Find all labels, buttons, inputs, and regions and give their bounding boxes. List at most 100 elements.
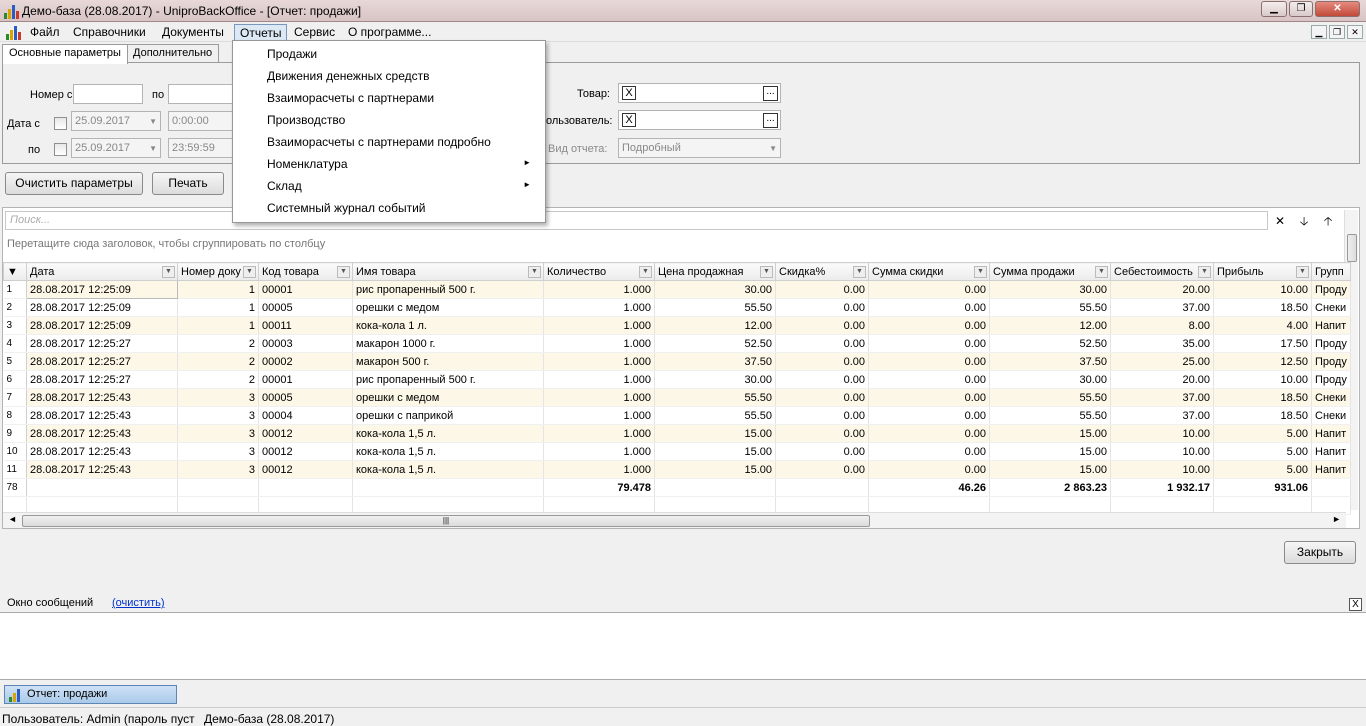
col-header[interactable]: Сумма скидки ▼ xyxy=(868,262,990,281)
cell-date[interactable]: 28.08.2017 12:25:09 xyxy=(26,298,178,317)
cell-doc[interactable]: 3 xyxy=(177,388,259,407)
cell-disc_pct[interactable]: 0.00 xyxy=(775,460,869,479)
cell-doc[interactable]: 3 xyxy=(177,442,259,461)
cell-disc_sum[interactable]: 0.00 xyxy=(868,280,990,299)
cell-disc_sum[interactable]: 0.00 xyxy=(868,424,990,443)
cell-doc[interactable]: 2 xyxy=(177,352,259,371)
cell-price[interactable]: 37.50 xyxy=(654,352,776,371)
scroll-thumb[interactable]: ||| xyxy=(22,515,870,527)
cell-sale_sum[interactable]: 15.00 xyxy=(989,460,1111,479)
clear-user-icon[interactable]: X xyxy=(622,113,636,127)
cell-group[interactable]: Проду xyxy=(1311,352,1351,371)
number-from-input[interactable] xyxy=(73,84,143,104)
clear-product-icon[interactable]: X xyxy=(622,86,636,100)
cell-price[interactable]: 55.50 xyxy=(654,406,776,425)
cell-group[interactable]: Напит xyxy=(1311,424,1351,443)
cell-sale_sum[interactable]: 37.50 xyxy=(989,352,1111,371)
cell-code[interactable]: 00004 xyxy=(258,406,353,425)
cell-price[interactable]: 55.50 xyxy=(654,388,776,407)
menu-documents[interactable]: Документы xyxy=(157,24,229,41)
cell-date[interactable]: 28.08.2017 12:25:09 xyxy=(26,316,178,335)
cell-disc_pct[interactable]: 0.00 xyxy=(775,406,869,425)
cell-code[interactable]: 00002 xyxy=(258,352,353,371)
cell-disc_sum[interactable]: 0.00 xyxy=(868,298,990,317)
cell-disc_sum[interactable]: 0.00 xyxy=(868,388,990,407)
menu-file[interactable]: Файл xyxy=(25,24,65,41)
cell-code[interactable]: 00012 xyxy=(258,460,353,479)
tab-main-params[interactable]: Основные параметры xyxy=(2,44,128,64)
cell-name[interactable]: кока-кола 1 л. xyxy=(352,316,544,335)
cell-profit[interactable]: 5.00 xyxy=(1213,442,1312,461)
col-header[interactable]: Цена продажная ▼ xyxy=(654,262,776,281)
cell-disc_pct[interactable]: 0.00 xyxy=(775,334,869,353)
cell-disc_pct[interactable]: 0.00 xyxy=(775,352,869,371)
cell-sale_sum[interactable]: 30.00 xyxy=(989,370,1111,389)
cell-qty[interactable]: 1.000 xyxy=(543,370,655,389)
cell-qty[interactable]: 1.000 xyxy=(543,442,655,461)
col-header[interactable]: Себестоимость ▼ xyxy=(1110,262,1214,281)
reports-menu-item[interactable]: Системный журнал событий xyxy=(267,201,537,219)
row-number[interactable]: 7 xyxy=(3,388,27,407)
table-row[interactable]: 6 28.08.2017 12:25:27 2 00001 рис пропаренны… xyxy=(3,370,1351,389)
row-number[interactable]: 5 xyxy=(3,352,27,371)
cell-price[interactable]: 30.00 xyxy=(654,280,776,299)
close-window-button[interactable]: ✕ xyxy=(1315,1,1360,17)
row-number[interactable]: 9 xyxy=(3,424,27,443)
reports-menu-item[interactable]: Движения денежных средств xyxy=(267,69,537,87)
cell-qty[interactable]: 1.000 xyxy=(543,460,655,479)
cell-cost[interactable]: 37.00 xyxy=(1110,298,1214,317)
cell-profit[interactable]: 4.00 xyxy=(1213,316,1312,335)
cell-qty[interactable]: 1.000 xyxy=(543,316,655,335)
clear-params-button[interactable]: Очистить параметры xyxy=(5,172,143,195)
col-header[interactable]: Скидка% ▼ xyxy=(775,262,869,281)
row-number[interactable]: 4 xyxy=(3,334,27,353)
cell-disc_sum[interactable]: 0.00 xyxy=(868,370,990,389)
cell-group[interactable]: Снеки xyxy=(1311,406,1351,425)
cell-sale_sum[interactable]: 52.50 xyxy=(989,334,1111,353)
user-field[interactable]: X ... xyxy=(618,110,781,130)
col-header[interactable]: Групп xyxy=(1311,262,1351,281)
cell-date[interactable]: 28.08.2017 12:25:43 xyxy=(26,406,178,425)
menu-about[interactable]: О программе... xyxy=(343,24,436,41)
time-to-input[interactable]: 23:59:59 xyxy=(168,138,236,158)
col-header[interactable]: Прибыль ▼ xyxy=(1213,262,1312,281)
reports-menu-item[interactable]: Продажи xyxy=(267,47,537,65)
date-from-input[interactable]: 25.09.2017 ▼ xyxy=(71,111,161,131)
cell-doc[interactable]: 2 xyxy=(177,370,259,389)
col-header[interactable]: Код товара ▼ xyxy=(258,262,353,281)
cell-name[interactable]: орешки с медом xyxy=(352,298,544,317)
clear-messages-link[interactable]: (очистить) xyxy=(112,597,165,609)
cell-price[interactable]: 12.00 xyxy=(654,316,776,335)
cell-cost[interactable]: 10.00 xyxy=(1110,424,1214,443)
cell-profit[interactable]: 17.50 xyxy=(1213,334,1312,353)
col-header[interactable]: Сумма продажи ▼ xyxy=(989,262,1111,281)
cell-cost[interactable]: 8.00 xyxy=(1110,316,1214,335)
cell-doc[interactable]: 1 xyxy=(177,298,259,317)
row-number[interactable]: 2 xyxy=(3,298,27,317)
table-row[interactable]: 8 28.08.2017 12:25:43 3 00004 орешки с папри… xyxy=(3,406,1351,425)
cell-cost[interactable]: 20.00 xyxy=(1110,370,1214,389)
table-row[interactable]: 7 28.08.2017 12:25:43 3 00005 орешки с медом… xyxy=(3,388,1351,407)
scroll-left-icon[interactable]: ◄ xyxy=(8,514,17,524)
cell-disc_sum[interactable]: 0.00 xyxy=(868,442,990,461)
table-row[interactable]: 11 28.08.2017 12:25:43 3 00012 кока-кола 1,5… xyxy=(3,460,1351,479)
cell-profit[interactable]: 5.00 xyxy=(1213,424,1312,443)
cell-price[interactable]: 15.00 xyxy=(654,460,776,479)
cell-code[interactable]: 00005 xyxy=(258,298,353,317)
maximize-button[interactable]: ❐ xyxy=(1289,1,1313,17)
cell-group[interactable]: Напит xyxy=(1311,316,1351,335)
tab-additional[interactable]: Дополнительно xyxy=(126,44,220,63)
cell-doc[interactable]: 3 xyxy=(177,406,259,425)
reports-menu-item[interactable]: Взаиморасчеты с партнерами xyxy=(267,91,537,109)
cell-sale_sum[interactable]: 15.00 xyxy=(989,424,1111,443)
cell-doc[interactable]: 2 xyxy=(177,334,259,353)
cell-code[interactable]: 00012 xyxy=(258,424,353,443)
table-row[interactable]: 10 28.08.2017 12:25:43 3 00012 кока-кола 1,5… xyxy=(3,442,1351,461)
cell-disc_pct[interactable]: 0.00 xyxy=(775,388,869,407)
cell-qty[interactable]: 1.000 xyxy=(543,280,655,299)
cell-sale_sum[interactable]: 55.50 xyxy=(989,298,1111,317)
table-row[interactable]: 3 28.08.2017 12:25:09 1 00011 кока-кола 1 л.… xyxy=(3,316,1351,335)
cell-disc_pct[interactable]: 0.00 xyxy=(775,442,869,461)
cell-qty[interactable]: 1.000 xyxy=(543,388,655,407)
menu-service[interactable]: Сервис xyxy=(289,24,340,41)
